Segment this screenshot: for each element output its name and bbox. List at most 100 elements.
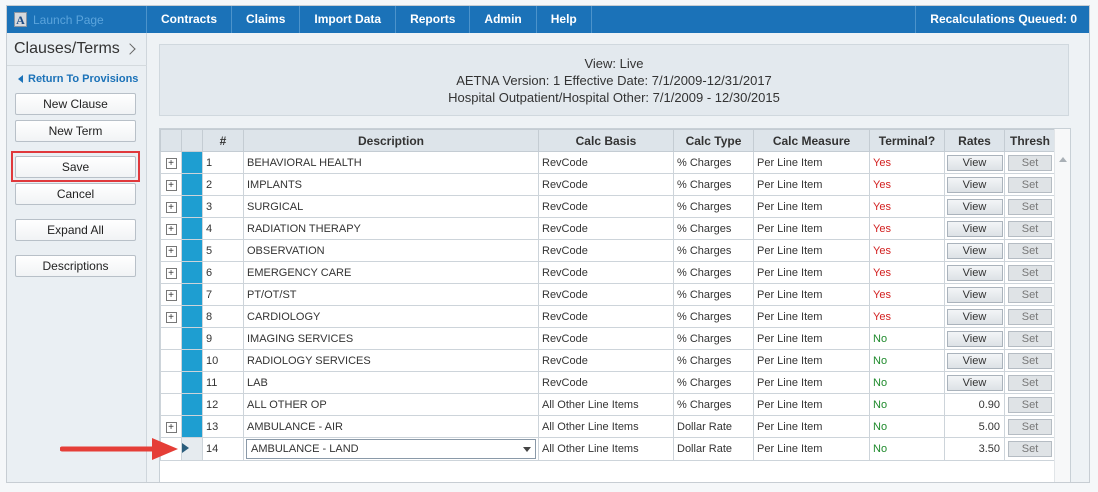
row-indicator[interactable] <box>181 393 203 416</box>
calc-measure-cell[interactable]: Per Line Item <box>753 173 870 196</box>
rates-cell[interactable]: 0.90 <box>944 393 1005 416</box>
table-row[interactable]: +5 OBSERVATION RevCode% Charges Per Line It… <box>160 239 1056 262</box>
expand-cell[interactable]: + <box>160 173 182 196</box>
expand-plus-icon[interactable]: + <box>165 311 177 323</box>
rates-view-button[interactable]: View <box>946 286 1003 303</box>
thresh-set-button[interactable]: Set <box>1008 441 1052 457</box>
calc-basis-cell[interactable]: RevCode <box>538 349 674 372</box>
calc-measure-cell[interactable]: Per Line Item <box>753 195 870 218</box>
row-indicator[interactable] <box>181 415 203 438</box>
terminal-cell[interactable]: No <box>869 371 945 394</box>
rates-view-button[interactable]: View <box>946 176 1003 193</box>
sidebar-title[interactable]: Clauses/Terms <box>14 40 136 58</box>
terminal-cell[interactable]: No <box>869 327 945 350</box>
calc-type-cell[interactable]: % Charges <box>673 349 754 372</box>
new-clause-button[interactable]: New Clause <box>15 93 136 115</box>
description-cell[interactable]: IMAGING SERVICES <box>243 327 539 350</box>
calc-basis-cell[interactable]: RevCode <box>538 195 674 218</box>
header-calc-type[interactable]: Calc Type <box>673 129 754 152</box>
expand-cell[interactable]: + <box>160 415 182 438</box>
thresh-set-button[interactable]: Set <box>1008 418 1052 435</box>
expand-cell[interactable]: + <box>160 195 182 218</box>
cancel-button[interactable]: Cancel <box>15 183 136 205</box>
expand-plus-icon[interactable]: + <box>165 223 177 235</box>
calc-type-cell[interactable]: % Charges <box>673 327 754 350</box>
calc-type-cell[interactable]: Dollar Rate <box>673 437 754 461</box>
row-indicator[interactable] <box>181 195 203 218</box>
expand-plus-icon[interactable]: + <box>165 157 177 169</box>
expand-cell[interactable]: + <box>160 217 182 240</box>
rates-view-button[interactable]: View <box>946 242 1003 259</box>
terminal-cell[interactable]: Yes <box>869 239 945 262</box>
description-cell[interactable]: BEHAVIORAL HEALTH <box>243 151 539 174</box>
calc-measure-cell[interactable]: Per Line Item <box>753 151 870 174</box>
thresh-set-button[interactable]: Set <box>1008 176 1052 193</box>
launch-page-link[interactable]: A Launch Page <box>7 6 147 33</box>
header-terminal[interactable]: Terminal? <box>869 129 945 152</box>
calc-basis-cell[interactable]: All Other Line Items <box>538 415 674 438</box>
row-indicator[interactable] <box>181 371 203 394</box>
description-cell[interactable]: PT/OT/ST <box>243 283 539 306</box>
table-row[interactable]: 14 AMBULANCE - LAND All Other Line Items Do… <box>160 437 1056 461</box>
calc-measure-cell[interactable]: Per Line Item <box>753 327 870 350</box>
description-cell[interactable]: CARDIOLOGY <box>243 305 539 328</box>
rates-view-button[interactable]: View <box>946 308 1003 325</box>
thresh-set-button[interactable]: Set <box>1008 220 1052 237</box>
thresh-set-button[interactable]: Set <box>1008 286 1052 303</box>
save-button[interactable]: Save <box>15 156 136 178</box>
rates-view-button[interactable]: View <box>946 220 1003 237</box>
menu-import-data[interactable]: Import Data <box>300 6 397 33</box>
description-cell[interactable]: SURGICAL <box>243 195 539 218</box>
table-row[interactable]: +7 PT/OT/ST RevCode% Charges Per Line Item Y… <box>160 283 1056 306</box>
terminal-cell[interactable]: No <box>869 349 945 372</box>
header-thresh[interactable]: Thresh <box>1004 129 1056 152</box>
calc-type-cell[interactable]: % Charges <box>673 305 754 328</box>
calc-measure-cell[interactable]: Per Line Item <box>753 239 870 262</box>
calc-type-cell[interactable]: % Charges <box>673 261 754 284</box>
calc-basis-cell[interactable]: All Other Line Items <box>538 393 674 416</box>
calc-measure-cell[interactable]: Per Line Item <box>753 437 870 461</box>
header-description[interactable]: Description <box>243 129 539 152</box>
table-row[interactable]: +13 AMBULANCE - AIR All Other Line Items Do… <box>160 415 1056 438</box>
table-row[interactable]: 11 LAB RevCode% Charges Per Line Item No View… <box>160 371 1056 394</box>
terminal-cell[interactable]: Yes <box>869 217 945 240</box>
vertical-scrollbar[interactable] <box>1054 129 1070 482</box>
terminal-cell[interactable]: Yes <box>869 261 945 284</box>
expand-plus-icon[interactable]: + <box>165 179 177 191</box>
rates-view-button[interactable]: View <box>946 198 1003 215</box>
rates-view-button[interactable]: View <box>946 374 1003 391</box>
row-indicator[interactable] <box>181 283 203 306</box>
calc-basis-cell[interactable]: RevCode <box>538 261 674 284</box>
menu-help[interactable]: Help <box>537 6 592 33</box>
table-row[interactable]: +4 RADIATION THERAPY RevCode% Charges Per L… <box>160 217 1056 240</box>
terminal-cell[interactable]: Yes <box>869 151 945 174</box>
calc-measure-cell[interactable]: Per Line Item <box>753 415 870 438</box>
expand-plus-icon[interactable]: + <box>165 421 177 433</box>
scroll-up-arrow-icon[interactable] <box>1059 157 1067 162</box>
thresh-set-button[interactable]: Set <box>1008 352 1052 369</box>
menu-claims[interactable]: Claims <box>232 6 301 33</box>
calc-type-cell[interactable]: Dollar Rate <box>673 415 754 438</box>
calc-measure-cell[interactable]: Per Line Item <box>753 217 870 240</box>
row-indicator[interactable] <box>181 239 203 262</box>
calc-basis-cell[interactable]: RevCode <box>538 217 674 240</box>
description-cell[interactable]: OBSERVATION <box>243 239 539 262</box>
expand-plus-icon[interactable]: + <box>165 289 177 301</box>
calc-measure-cell[interactable]: Per Line Item <box>753 349 870 372</box>
thresh-set-button[interactable]: Set <box>1008 374 1052 391</box>
thresh-set-button[interactable]: Set <box>1008 308 1052 325</box>
calc-measure-cell[interactable]: Per Line Item <box>753 393 870 416</box>
rates-view-button[interactable]: View <box>946 264 1003 281</box>
thresh-set-button[interactable]: Set <box>1008 198 1052 215</box>
terminal-cell[interactable]: No <box>869 393 945 416</box>
table-row[interactable]: 10 RADIOLOGY SERVICES RevCode% Charges Per … <box>160 349 1056 372</box>
expand-cell[interactable]: + <box>160 151 182 174</box>
rates-view-button[interactable]: View <box>946 154 1003 171</box>
description-dropdown[interactable]: AMBULANCE - LAND <box>246 439 536 459</box>
rates-view-button[interactable]: View <box>946 352 1003 369</box>
expand-all-button[interactable]: Expand All <box>15 219 136 241</box>
header-rates[interactable]: Rates <box>944 129 1005 152</box>
menu-reports[interactable]: Reports <box>396 6 471 33</box>
table-row[interactable]: +1 BEHAVIORAL HEALTH RevCode% Charges Per L… <box>160 151 1056 174</box>
description-cell[interactable]: LAB <box>243 371 539 394</box>
